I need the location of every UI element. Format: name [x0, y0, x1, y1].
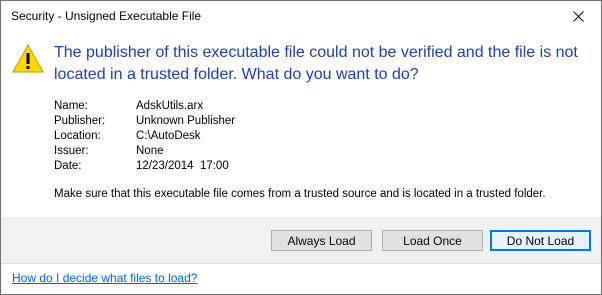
info-value: None	[136, 145, 164, 157]
info-value: C:\AutoDesk	[136, 130, 201, 142]
info-row-publisher: Publisher: Unknown Publisher	[54, 114, 235, 129]
load-once-button[interactable]: Load Once	[382, 230, 483, 251]
info-label: Date:	[54, 160, 82, 172]
info-row-date: Date: 12/23/2014 17:00	[54, 159, 235, 174]
footer-separator	[1, 263, 601, 264]
always-load-button[interactable]: Always Load	[271, 230, 372, 251]
info-label: Location:	[54, 130, 101, 142]
file-info: Name: AdskUtils.arx Publisher: Unknown P…	[54, 99, 235, 174]
security-dialog: Security - Unsigned Executable File The …	[0, 0, 602, 295]
dialog-headline: The publisher of this executable file co…	[54, 44, 578, 83]
warning-triangle-icon	[12, 43, 44, 73]
help-link[interactable]: How do I decide what files to load?	[12, 271, 197, 285]
info-value: AdskUtils.arx	[136, 100, 204, 112]
advice-text: Make sure that this executable file come…	[54, 188, 546, 200]
window-title: Security - Unsigned Executable File	[11, 9, 202, 23]
do-not-load-button[interactable]: Do Not Load	[490, 230, 591, 251]
info-label: Publisher:	[54, 115, 106, 127]
info-row-issuer: Issuer: None	[54, 144, 235, 159]
title-bar[interactable]: Security - Unsigned Executable File	[1, 1, 601, 31]
info-label: Issuer:	[54, 145, 89, 157]
close-icon	[573, 10, 584, 22]
info-row-name: Name: AdskUtils.arx	[54, 99, 235, 114]
info-row-location: Location: C:\AutoDesk	[54, 129, 235, 144]
info-value: 12/23/2014 17:00	[136, 160, 229, 172]
info-label: Name:	[54, 100, 88, 112]
info-value: Unknown Publisher	[136, 115, 236, 127]
close-button[interactable]	[556, 1, 601, 31]
